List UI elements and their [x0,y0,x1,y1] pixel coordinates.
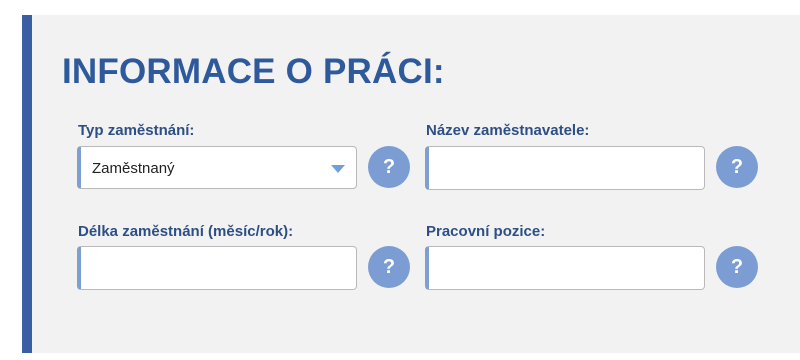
job-position-input[interactable] [425,246,705,290]
panel-accent-bar [22,15,32,353]
employment-type-label: Typ zaměstnání: [78,122,195,139]
job-position-help-button[interactable]: ? [716,246,758,288]
employment-type-value: Zaměstnaný [92,160,175,177]
employment-length-label: Délka zaměstnání (měsíc/rok): [78,223,294,240]
employer-name-input[interactable] [425,146,705,190]
question-icon: ? [730,156,744,178]
employment-length-input[interactable] [77,246,357,290]
section-title: INFORMACE O PRÁCI: [62,52,445,91]
employer-name-label: Název zaměstnavatele: [426,122,590,139]
employer-name-help-button[interactable]: ? [716,146,758,188]
employment-type-select[interactable]: Zaměstnaný [77,146,357,189]
job-information-panel: INFORMACE O PRÁCI: Typ zaměstnání: Zaměs… [22,15,800,353]
employment-length-help-button[interactable]: ? [368,246,410,288]
job-position-label: Pracovní pozice: [426,223,546,240]
question-icon: ? [382,256,396,278]
question-icon: ? [382,156,396,178]
question-icon: ? [730,256,744,278]
employment-type-help-button[interactable]: ? [368,146,410,188]
chevron-down-icon[interactable] [331,165,345,173]
